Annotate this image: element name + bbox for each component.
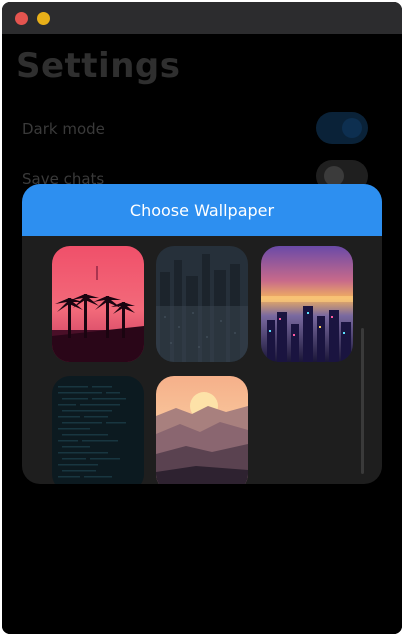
wallpaper-grid [22, 236, 382, 484]
dark-mode-toggle[interactable] [316, 112, 368, 144]
toggle-knob [342, 118, 362, 138]
settings-screen: Settings Dark mode Save chats Choose Wal… [2, 34, 402, 634]
wallpaper-synthwave-palm-trees[interactable] [52, 246, 144, 362]
wallpaper-dark-city-skyline[interactable] [156, 246, 248, 362]
choose-wallpaper-dialog: Choose Wallpaper [22, 184, 382, 484]
wallpaper-neon-pixel-city-sunset[interactable] [261, 246, 353, 362]
page-title: Settings [16, 46, 181, 86]
app-window: Settings Dark mode Save chats Choose Wal… [2, 2, 402, 634]
minimize-icon[interactable] [37, 12, 50, 25]
close-icon[interactable] [15, 12, 28, 25]
dark-mode-label: Dark mode [22, 120, 105, 138]
toggle-knob [324, 166, 344, 186]
wallpaper-dark-teal-code-text[interactable] [52, 376, 144, 484]
title-bar [2, 2, 402, 34]
wallpaper-grid-scrollbar[interactable] [361, 328, 364, 474]
dialog-title: Choose Wallpaper [129, 200, 275, 220]
wallpaper-misty-mountain-sunset[interactable] [156, 376, 248, 484]
dialog-header: Choose Wallpaper [22, 184, 382, 236]
